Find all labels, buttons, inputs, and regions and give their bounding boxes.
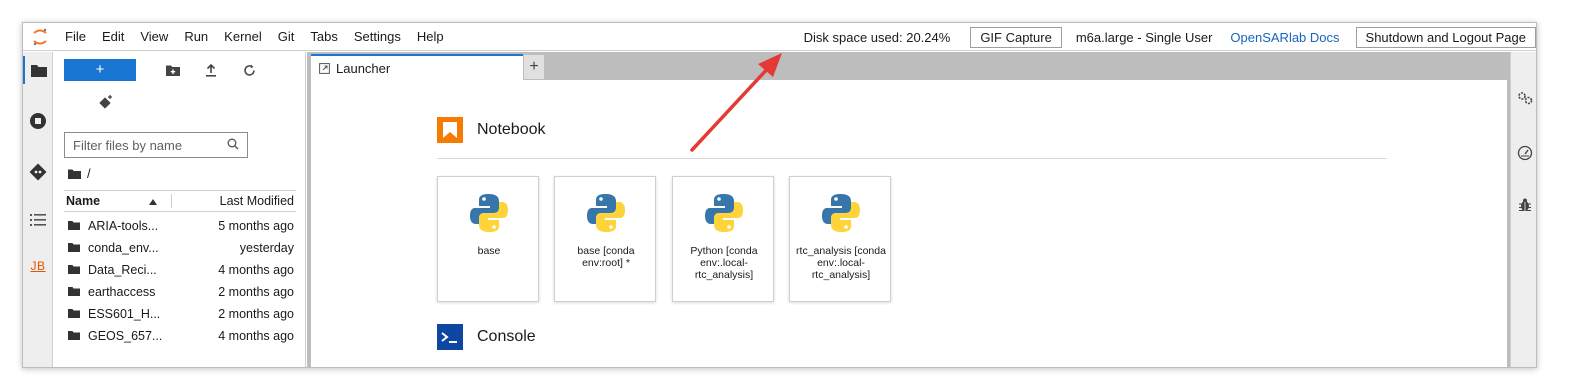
file-name: ARIA-tools... [88,219,159,233]
kernel-label: base [477,245,501,257]
plus-icon: + [529,58,539,75]
console-section-title: Console [477,328,536,345]
folder-icon [68,219,80,233]
property-inspector-gears-icon[interactable] [1511,86,1536,110]
file-list-header: Name Last Modified [64,190,296,212]
main-area: Launcher + Notebook base base [conda env… [307,52,1510,367]
file-name: GEOS_657... [88,329,163,343]
kernel-card[interactable]: base [conda env:root] * [554,176,656,302]
folder-icon [68,241,80,255]
folder-icon [68,307,80,321]
file-row[interactable]: conda_env... yesterday [64,237,296,259]
menu-settings[interactable]: Settings [346,23,409,51]
python-logo-icon [470,194,508,232]
folder-icon [68,285,80,299]
folder-icon [68,329,80,343]
kernel-card[interactable]: rtc_analysis [conda env:.local-rtc_analy… [789,176,891,302]
filter-files-placeholder: Filter files by name [73,137,183,153]
file-modified: 2 months ago [218,285,294,299]
modified-column-header[interactable]: Last Modified [172,194,296,208]
notebook-section-header: Notebook [437,117,546,143]
docs-link[interactable]: OpenSARlab Docs [1230,30,1339,45]
new-folder-icon[interactable] [162,59,184,81]
tab-launcher[interactable]: Launcher [311,54,523,80]
git-clone-icon[interactable] [98,94,114,110]
filter-files-input[interactable]: Filter files by name [64,132,248,158]
python-logo-icon [587,194,625,232]
debugger-bug-icon[interactable] [1511,193,1536,217]
shutdown-logout-button[interactable]: Shutdown and Logout Page [1355,26,1536,48]
launcher-panel: Notebook base base [conda env:root] * Py… [311,80,1507,367]
file-browser: + Filter files by name / Name Last Modif… [54,52,306,367]
menu-kernel[interactable]: Kernel [216,23,270,51]
file-name: conda_env... [88,241,159,255]
file-row[interactable]: GEOS_657... 4 months ago [64,325,296,347]
menu-help[interactable]: Help [409,23,452,51]
file-modified: 5 months ago [218,219,294,233]
notebook-section-title: Notebook [477,121,546,138]
file-row[interactable]: earthaccess 2 months ago [64,281,296,303]
file-modified: 4 months ago [218,263,294,277]
add-tab-button[interactable]: + [523,54,545,80]
tab-bar: Launcher + [307,52,1510,80]
menu-bar: File Edit View Run Kernel Git Tabs Setti… [23,23,1536,51]
search-icon [227,138,239,153]
running-sessions-icon[interactable] [23,107,53,135]
file-modified: yesterday [239,241,294,255]
name-column-header[interactable]: Name [64,194,172,208]
name-column-label: Name [66,194,101,208]
kernel-label: Python [conda env:.local-rtc_analysis] [690,245,758,281]
kernel-label: base [conda env:root] * [577,245,635,269]
file-name: Data_Reci... [88,263,157,277]
file-row[interactable]: ESS601_H... 2 months ago [64,303,296,325]
folder-icon [68,263,80,277]
sort-ascending-icon [149,194,157,208]
folder-icon[interactable] [23,56,53,84]
file-row[interactable]: Data_Reci... 4 months ago [64,259,296,281]
menu-tabs[interactable]: Tabs [302,23,345,51]
file-modified: 4 months ago [218,329,294,343]
section-divider [437,158,1387,159]
python-logo-icon [705,194,743,232]
menu-edit[interactable]: Edit [94,23,132,51]
jupyter-book-icon[interactable]: JB [23,252,53,280]
notebook-icon [437,117,463,143]
right-sidebar [1510,52,1536,367]
refresh-icon[interactable] [238,59,260,81]
table-of-contents-icon[interactable] [23,206,53,234]
console-icon [437,324,463,350]
new-launcher-button[interactable]: + [64,59,136,81]
kernel-label: rtc_analysis [conda env:.local-rtc_analy… [796,245,886,281]
menu-file[interactable]: File [57,23,94,51]
breadcrumb: / [68,166,91,181]
menu-right-group: Disk space used: 20.24% GIF Capture m6a.… [803,23,1536,51]
tab-label: Launcher [336,60,391,76]
console-section-header: Console [437,324,536,350]
home-folder-icon[interactable] [68,169,81,179]
file-browser-toolbar: + [64,58,260,82]
breadcrumb-root[interactable]: / [87,166,91,181]
left-sidebar: JB [23,52,53,367]
modified-column-label: Last Modified [219,194,294,208]
instance-label: m6a.large - Single User [1075,29,1213,45]
python-logo-icon [822,194,860,232]
kernel-card[interactable]: base [437,176,539,302]
menu-view[interactable]: View [132,23,176,51]
jupyter-logo-icon [23,23,57,51]
launcher-tab-icon [319,62,330,74]
file-modified: 2 months ago [218,307,294,321]
jupyter-book-label: JB [30,259,46,273]
disk-space-indicator: Disk space used: 20.24% [803,29,951,45]
menu-run[interactable]: Run [176,23,216,51]
resource-usage-gauge-icon[interactable] [1511,141,1536,165]
file-row[interactable]: ARIA-tools... 5 months ago [64,215,296,237]
git-icon[interactable] [23,158,53,186]
kernel-card[interactable]: Python [conda env:.local-rtc_analysis] [672,176,774,302]
file-name: earthaccess [88,285,156,299]
jupyterlab-window: File Edit View Run Kernel Git Tabs Setti… [22,22,1537,368]
menu-git[interactable]: Git [270,23,303,51]
upload-icon[interactable] [200,59,222,81]
file-name: ESS601_H... [88,307,161,321]
gif-capture-button[interactable]: GIF Capture [970,26,1062,48]
